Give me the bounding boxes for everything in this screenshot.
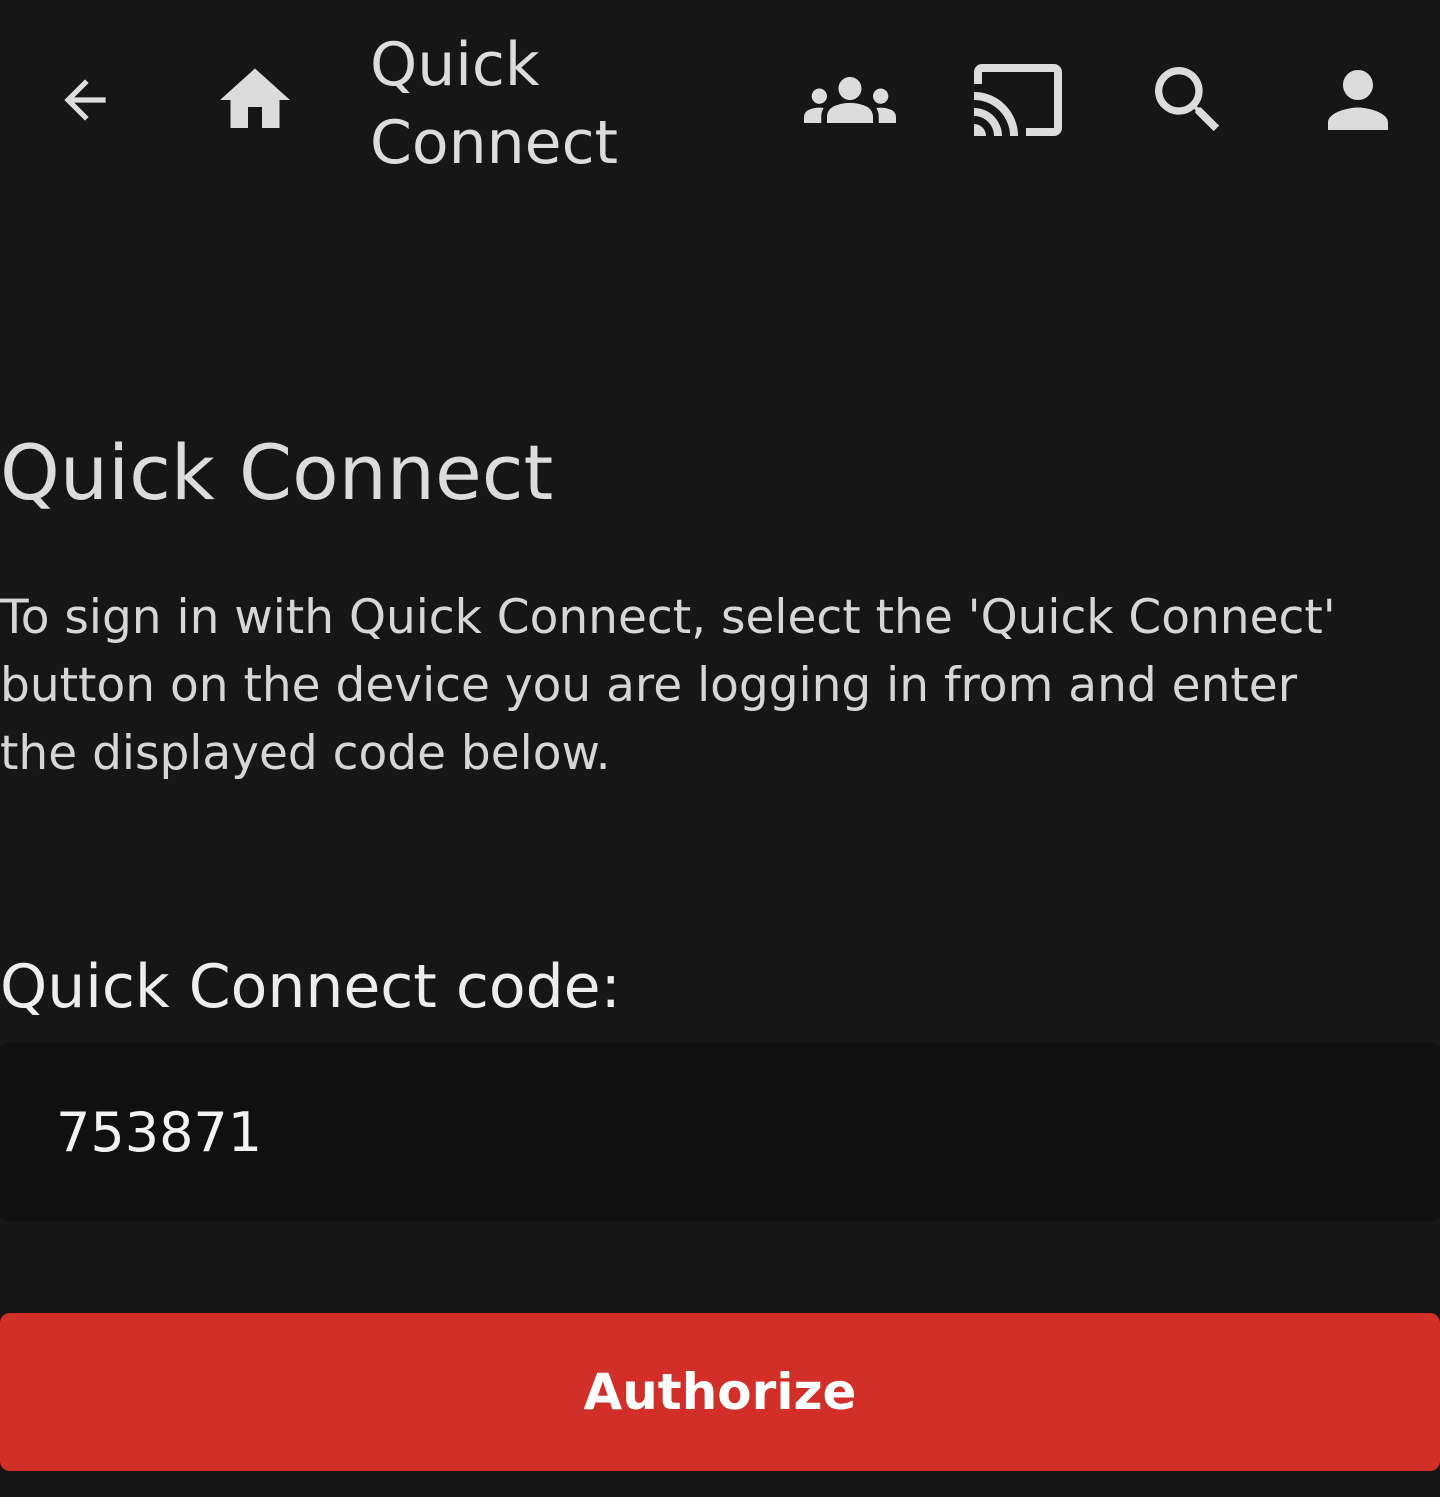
app-header: Quick Connect xyxy=(0,0,1440,200)
home-button[interactable] xyxy=(210,55,300,145)
header-title: Quick Connect xyxy=(370,30,619,178)
profile-button[interactable] xyxy=(1310,55,1405,145)
search-button[interactable] xyxy=(1140,55,1235,145)
search-icon xyxy=(1154,67,1219,132)
page-title: Quick Connect xyxy=(0,428,554,517)
code-label: Quick Connect code: xyxy=(0,952,621,1022)
cast-button[interactable] xyxy=(968,55,1068,145)
arrow-back-icon xyxy=(64,79,106,121)
person-icon xyxy=(1327,70,1388,130)
group-icon xyxy=(804,77,896,123)
authorize-button[interactable]: Authorize xyxy=(0,1313,1440,1471)
cast-icon xyxy=(974,64,1062,136)
instructions-text: To sign in with Quick Connect, select th… xyxy=(0,590,1336,781)
home-icon xyxy=(220,68,290,128)
back-button[interactable] xyxy=(45,55,125,145)
users-button[interactable] xyxy=(800,55,900,145)
quick-connect-code-input[interactable] xyxy=(0,1043,1440,1221)
